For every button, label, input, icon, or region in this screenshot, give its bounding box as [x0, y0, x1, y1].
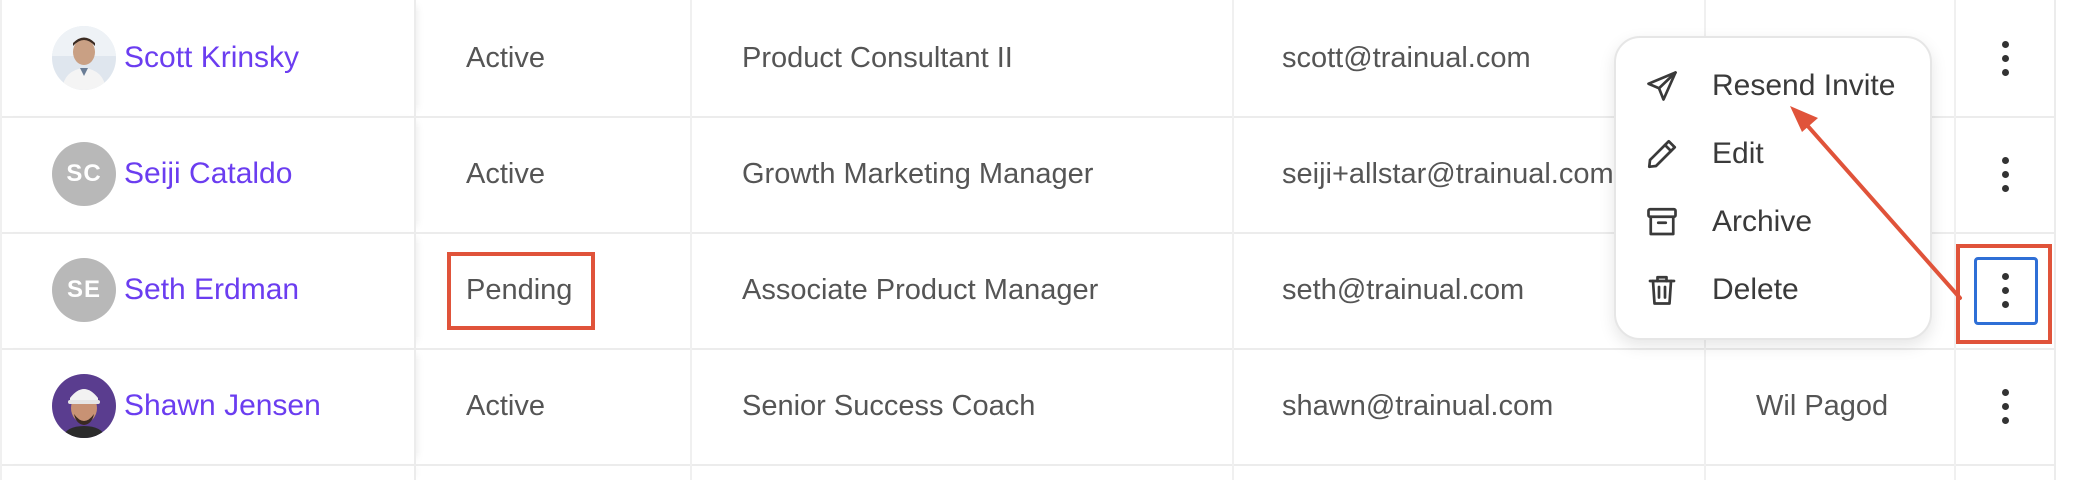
job-title-text: Growth Marketing Manager — [742, 157, 1094, 190]
menu-item-edit[interactable]: Edit — [1616, 124, 1932, 184]
name-cell: Shawn Jensen — [0, 348, 416, 464]
user-name-link[interactable]: Scott Krinsky — [124, 41, 299, 75]
more-actions-button[interactable] — [2000, 156, 2010, 192]
job-title-text: Associate Product Manager — [742, 273, 1099, 306]
pending-status-highlight — [447, 252, 595, 330]
manager-cell — [1706, 464, 1956, 480]
email-text: scott@trainual.com — [1282, 41, 1531, 74]
job-title-text: Product Consultant II — [742, 41, 1013, 74]
status-text: Active — [466, 157, 545, 190]
kebab-icon — [2001, 388, 2009, 396]
table-row: Shawn Jensen Active Senior Success Coach… — [0, 348, 2056, 466]
archive-icon — [1644, 204, 1680, 240]
menu-item-label: Edit — [1712, 137, 1764, 170]
email-text: seiji+allstar@trainual.com — [1282, 157, 1614, 190]
job-title-cell: Senior Success Coach — [692, 348, 1234, 464]
menu-item-label: Archive — [1712, 205, 1813, 238]
actions-button-focus-ring — [1974, 257, 2038, 325]
kebab-icon — [2001, 40, 2009, 48]
actions-cell — [1956, 464, 2056, 480]
status-text: Active — [466, 41, 545, 74]
menu-item-resend-invite[interactable]: Resend Invite — [1616, 56, 1932, 116]
email-cell — [1234, 464, 1706, 480]
menu-item-delete[interactable]: Delete — [1616, 260, 1932, 320]
user-name-link[interactable]: Seiji Cataldo — [124, 157, 292, 191]
name-cell: SC Seiji Cataldo — [0, 116, 416, 232]
job-title-text: Senior Success Coach — [742, 389, 1036, 422]
job-title-cell: Product Consultant II — [692, 0, 1234, 116]
status-cell — [418, 464, 692, 480]
avatar-initials: SC — [66, 160, 102, 187]
row-actions-menu: Resend Invite Edit Archive Delete — [1614, 36, 1932, 340]
actions-cell — [1956, 0, 2056, 116]
send-icon — [1644, 68, 1680, 104]
status-cell: Active — [418, 0, 692, 116]
status-cell: Active — [418, 116, 692, 232]
more-actions-button[interactable] — [2000, 388, 2010, 424]
job-title-cell: Associate Product Manager — [692, 232, 1234, 348]
avatar — [52, 26, 116, 90]
actions-cell — [1956, 116, 2056, 232]
job-title-cell: Growth Marketing Manager — [692, 116, 1234, 232]
trash-icon — [1644, 272, 1680, 308]
avatar: SC — [52, 142, 116, 206]
avatar: SE — [52, 258, 116, 322]
avatar-initials: SE — [66, 276, 101, 303]
job-title-cell — [692, 464, 1234, 480]
status-cell: Active — [418, 348, 692, 464]
email-text: shawn@trainual.com — [1282, 389, 1554, 422]
actions-cell — [1956, 348, 2056, 464]
more-actions-button[interactable] — [2000, 40, 2010, 76]
manager-text: Wil Pagod — [1756, 389, 1889, 422]
user-name-link[interactable]: Shawn Jensen — [124, 389, 321, 423]
name-cell — [0, 464, 416, 480]
user-name-link[interactable]: Seth Erdman — [124, 273, 299, 307]
table-row — [0, 464, 2056, 480]
name-cell: Scott Krinsky — [0, 0, 416, 116]
menu-item-archive[interactable]: Archive — [1616, 192, 1932, 252]
kebab-icon — [2001, 156, 2009, 164]
status-text: Active — [466, 389, 545, 422]
manager-cell: Wil Pagod — [1706, 348, 1956, 464]
menu-item-label: Delete — [1712, 273, 1799, 306]
email-cell: shawn@trainual.com — [1234, 348, 1706, 464]
email-text: seth@trainual.com — [1282, 273, 1525, 306]
menu-item-label: Resend Invite — [1712, 69, 1896, 102]
avatar — [52, 374, 116, 438]
pencil-icon — [1644, 136, 1680, 172]
name-cell: SE Seth Erdman — [0, 232, 416, 348]
